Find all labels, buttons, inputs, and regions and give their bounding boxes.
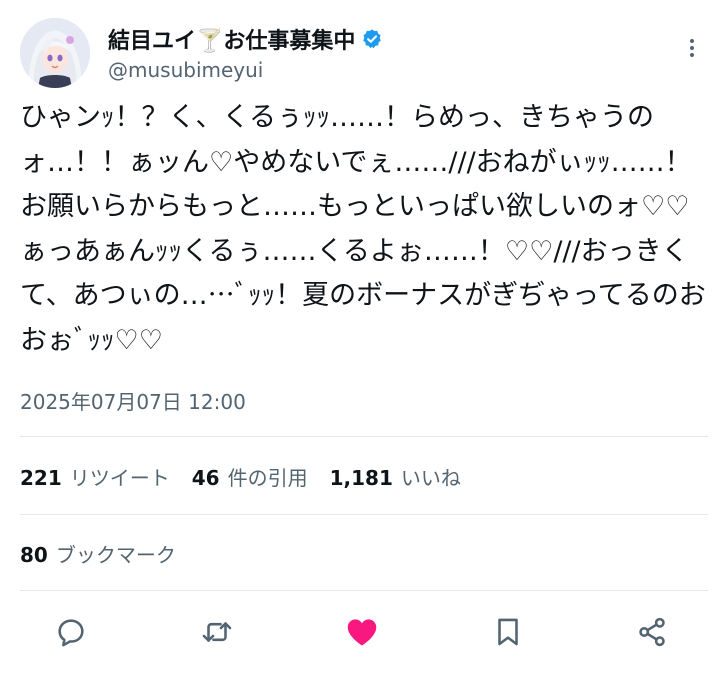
divider — [20, 590, 708, 591]
bookmarks-stat[interactable]: 80 ブックマーク — [20, 539, 176, 568]
quotes-stat[interactable]: 46 件の引用 — [192, 462, 308, 491]
user-handle[interactable]: @musubimeyui — [108, 58, 263, 82]
bookmark-button[interactable] — [490, 614, 526, 650]
retweet-icon — [202, 622, 232, 642]
like-icon — [347, 619, 377, 646]
bookmark-icon — [498, 618, 518, 646]
action-bar — [0, 608, 728, 656]
divider — [20, 514, 708, 515]
retweets-stat[interactable]: 221 リツイート — [20, 462, 170, 491]
share-icon — [639, 617, 665, 647]
verified-badge-icon — [361, 28, 383, 50]
reply-button[interactable] — [53, 614, 89, 650]
avatar[interactable] — [20, 18, 90, 88]
retweet-button[interactable] — [199, 614, 235, 650]
likes-count: 1,181 — [329, 465, 393, 490]
like-button[interactable] — [344, 614, 380, 650]
retweets-label: リツイート — [69, 465, 170, 490]
divider — [20, 436, 708, 437]
reply-icon — [58, 619, 84, 647]
name-row: 結目ユイ🍸お仕事募集中 — [108, 24, 383, 54]
engagement-stats: 221 リツイート 46 件の引用 1,181 いいね — [20, 460, 483, 492]
quotes-label: 件の引用 — [227, 465, 308, 490]
bookmarks-label: ブックマーク — [55, 542, 176, 567]
bookmarks-count: 80 — [20, 542, 48, 567]
bookmarks-stat-row: 80 ブックマーク — [20, 537, 198, 569]
display-name[interactable]: 結目ユイ🍸お仕事募集中 — [108, 23, 355, 55]
more-options-icon[interactable] — [680, 36, 704, 60]
likes-label: いいね — [400, 465, 461, 490]
likes-stat[interactable]: 1,181 いいね — [330, 462, 461, 491]
tweet-header: 結目ユイ🍸お仕事募集中 @musubimeyui — [20, 18, 710, 90]
tweet-timestamp[interactable]: 2025年07月07日 12:00 — [20, 386, 246, 415]
quotes-count: 46 — [191, 465, 220, 490]
retweets-count: 221 — [20, 465, 62, 490]
share-button[interactable] — [634, 614, 670, 650]
tweet-text: ひゃンｯ！？く、くるぅｯｯ……！らめっ、きちゃうのォ…！！ぁッん♡やめないでぇ…… — [20, 102, 706, 356]
avatar-image — [20, 18, 90, 88]
